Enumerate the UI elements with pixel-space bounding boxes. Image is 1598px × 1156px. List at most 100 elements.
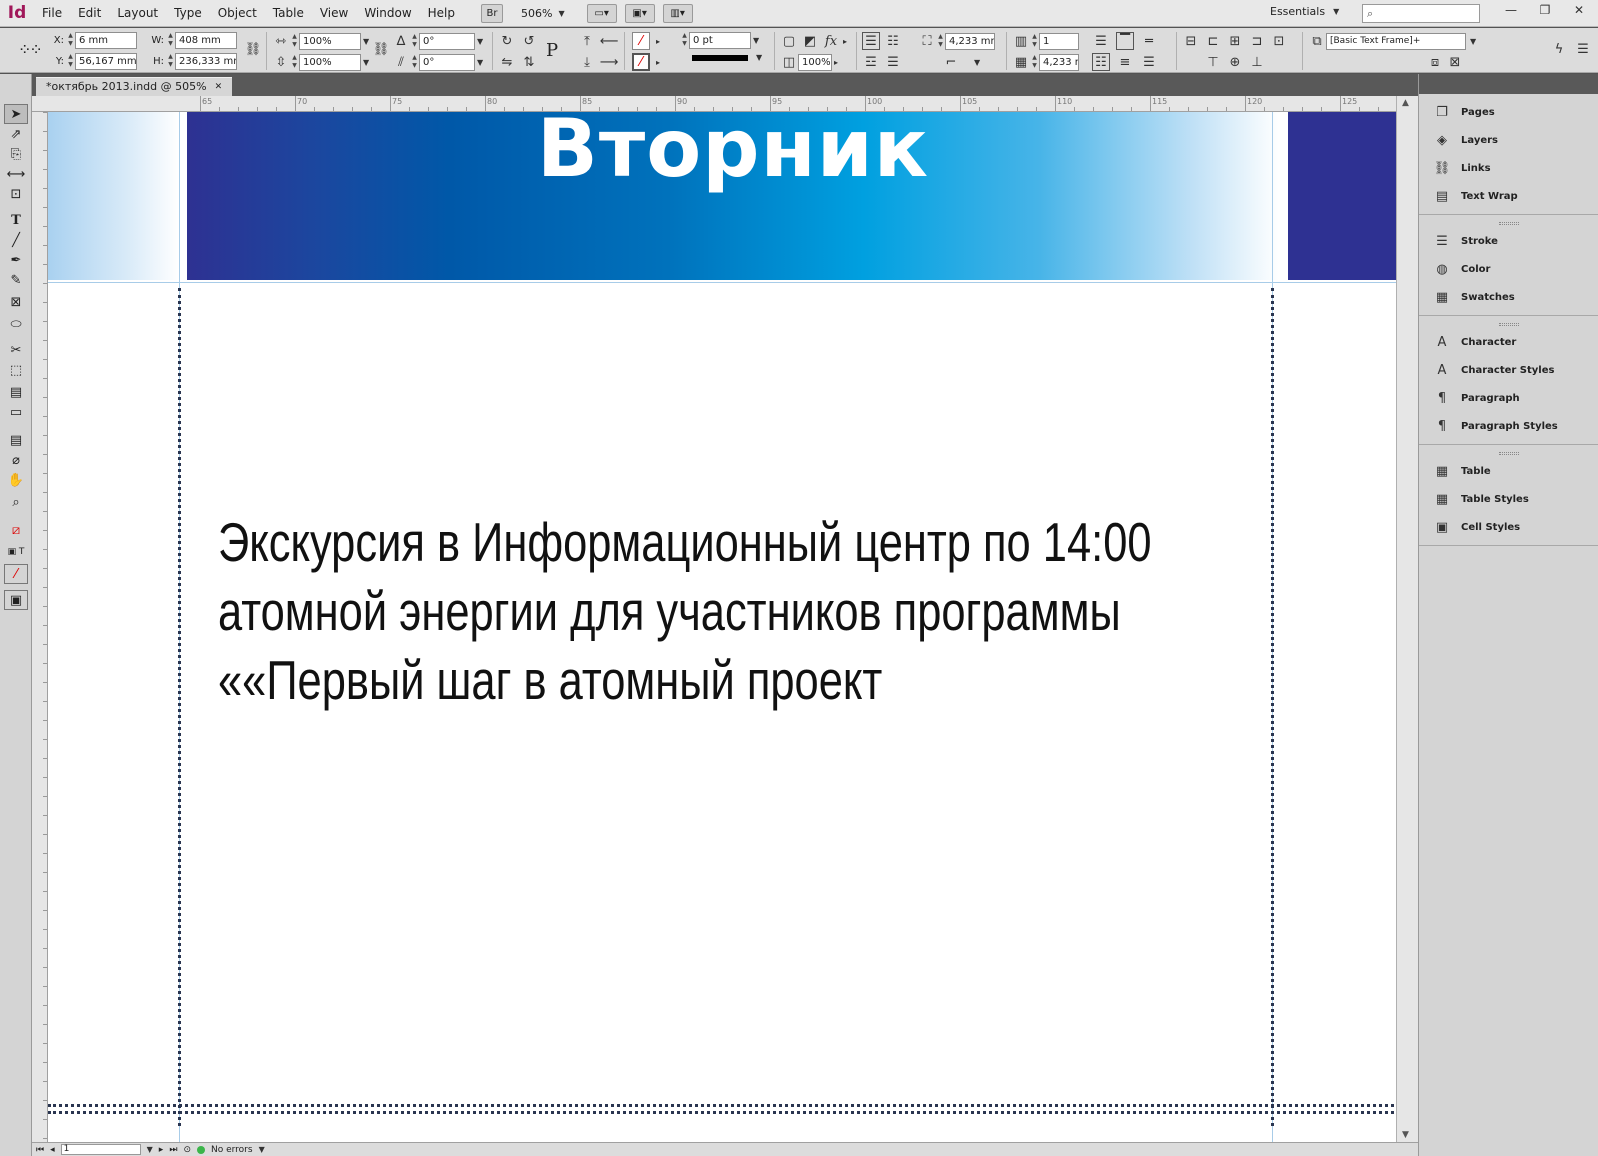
stroke-none-icon[interactable]: ⁄ bbox=[632, 53, 650, 71]
chevron-right-icon[interactable]: ▸ bbox=[656, 58, 660, 67]
line-tool-icon[interactable]: ╱ bbox=[4, 230, 28, 250]
height-field[interactable]: 236,333 mm bbox=[175, 53, 237, 70]
panel-menu-button[interactable]: ☰ bbox=[1574, 40, 1592, 58]
selection-tool-icon[interactable]: ➤ bbox=[4, 104, 28, 124]
panel-item-paragraph[interactable]: ¶ Paragraph bbox=[1419, 384, 1598, 412]
scroll-up-icon[interactable]: ▲ bbox=[1402, 98, 1409, 108]
align-left-edges-icon[interactable]: ⊏ bbox=[1204, 32, 1222, 50]
text-frame-right-edge[interactable] bbox=[1271, 288, 1274, 1126]
distribute-icon[interactable]: ⊟ bbox=[1182, 32, 1200, 50]
clear-overrides-icon[interactable]: ⧈ bbox=[1426, 53, 1444, 71]
free-transform-tool-icon[interactable]: ⬚ bbox=[4, 360, 28, 380]
scroll-down-icon[interactable]: ▼ bbox=[1402, 1130, 1409, 1140]
y-spinner[interactable]: ▲ ▼ bbox=[66, 53, 75, 70]
day-title[interactable]: Вторник bbox=[187, 112, 1279, 195]
close-button[interactable]: ✕ bbox=[1562, 0, 1596, 20]
gradient-swatch-tool-icon[interactable]: ▤ bbox=[4, 382, 28, 402]
menu-table[interactable]: Table bbox=[265, 0, 312, 27]
justify-frame-icon[interactable]: ☰ bbox=[884, 53, 902, 71]
chevron-down-icon[interactable]: ▼ bbox=[753, 36, 759, 45]
columns-field[interactable]: 1 bbox=[1039, 32, 1079, 50]
bridge-button[interactable]: Br bbox=[481, 3, 503, 23]
inset-spinner[interactable]: ▲ ▼ bbox=[936, 33, 945, 50]
rectangle-frame-tool-icon[interactable]: ⊠ bbox=[4, 292, 28, 312]
panel-grip-icon[interactable] bbox=[1419, 449, 1598, 457]
first-page-icon[interactable]: ⏮ bbox=[36, 1145, 44, 1155]
align-top-frame-icon[interactable]: ☰ bbox=[862, 32, 880, 50]
menu-window[interactable]: Window bbox=[356, 0, 419, 27]
panel-item-character[interactable]: A Character bbox=[1419, 328, 1598, 356]
ellipse-tool-icon[interactable]: ⬭ bbox=[4, 314, 28, 334]
panel-grip-icon[interactable] bbox=[1419, 219, 1598, 227]
width-field[interactable]: 408 mm bbox=[175, 32, 237, 49]
panel-item-stroke[interactable]: ☰ Stroke bbox=[1419, 227, 1598, 255]
chevron-down-icon[interactable]: ▼ bbox=[259, 1145, 265, 1154]
menu-layout[interactable]: Layout bbox=[109, 0, 166, 27]
select-next-icon[interactable]: ⟶ bbox=[600, 53, 619, 71]
chevron-right-icon[interactable]: ▸ bbox=[834, 58, 838, 67]
panel-item-cell-styles[interactable]: ▣ Cell Styles bbox=[1419, 513, 1598, 541]
chevron-down-icon[interactable]: ▼ bbox=[756, 53, 762, 62]
panel-item-color[interactable]: ◍ Color bbox=[1419, 255, 1598, 283]
text-frame-left-edge[interactable] bbox=[178, 288, 181, 1126]
select-previous-icon[interactable]: ⟵ bbox=[600, 32, 619, 50]
direct-selection-tool-icon[interactable]: ⇗ bbox=[4, 124, 28, 144]
gradient-feather-tool-icon[interactable]: ▭ bbox=[4, 402, 28, 422]
panel-grip-icon[interactable] bbox=[1419, 320, 1598, 328]
panel-item-swatches[interactable]: ▦ Swatches bbox=[1419, 283, 1598, 311]
page-number-field[interactable]: 1 bbox=[60, 1144, 141, 1155]
panel-item-character-styles[interactable]: A Character Styles bbox=[1419, 356, 1598, 384]
menu-help[interactable]: Help bbox=[420, 0, 463, 27]
quick-apply-button[interactable]: ϟ bbox=[1550, 40, 1568, 58]
document-tab[interactable]: *октябрь 2013.indd @ 505% ✕ bbox=[36, 77, 233, 96]
stroke-weight-spinner[interactable]: ▲ ▼ bbox=[680, 32, 689, 49]
constrain-proportions-button[interactable]: ⛓ bbox=[244, 40, 262, 58]
vertical-justify-bottom-icon[interactable]: ≡ bbox=[1116, 53, 1134, 71]
scale-y-field[interactable]: 100% bbox=[299, 53, 361, 71]
zoom-select[interactable]: 506% ▼ bbox=[521, 7, 565, 20]
panel-item-links[interactable]: ⛓ Links bbox=[1419, 154, 1598, 182]
flip-horizontal-icon[interactable]: ⇋ bbox=[498, 53, 516, 71]
align-to-icon[interactable]: ⊡ bbox=[1270, 32, 1288, 50]
pen-tool-icon[interactable]: ✒ bbox=[4, 250, 28, 270]
shadow-icon[interactable]: ◩ bbox=[801, 32, 819, 50]
content-collector-icon[interactable]: ⊡ bbox=[4, 184, 28, 204]
vertical-ruler[interactable] bbox=[32, 112, 48, 1142]
chevron-right-icon[interactable]: ▸ bbox=[656, 37, 660, 46]
last-page-icon[interactable]: ⏭ bbox=[169, 1145, 177, 1155]
menu-edit[interactable]: Edit bbox=[70, 0, 109, 27]
gap-tool-icon[interactable]: ⟷ bbox=[4, 164, 28, 184]
panel-item-text-wrap[interactable]: ▤ Text Wrap bbox=[1419, 182, 1598, 210]
page-tool-icon[interactable]: ⎘ bbox=[4, 144, 28, 164]
object-style-select[interactable]: [Basic Text Frame]+ bbox=[1326, 32, 1466, 50]
opacity-field[interactable]: 100% bbox=[798, 53, 832, 71]
align-vertical-centers-icon[interactable]: ⊕ bbox=[1226, 53, 1244, 71]
search-input[interactable]: ⌕ bbox=[1362, 4, 1480, 23]
x-position-field[interactable]: 6 mm bbox=[75, 32, 137, 49]
scale-x-spinner[interactable]: ▲ ▼ bbox=[290, 33, 299, 50]
shear-field[interactable]: 0° bbox=[419, 53, 475, 71]
vertical-justify-top-icon[interactable]: ▔ bbox=[1116, 32, 1134, 50]
preflight-options-icon[interactable]: ⊙ bbox=[183, 1145, 191, 1155]
menu-type[interactable]: Type bbox=[166, 0, 210, 27]
screen-mode-button[interactable]: ▣▾ bbox=[624, 3, 655, 23]
drop-shadow-icon[interactable]: ▢ bbox=[780, 32, 798, 50]
flip-vertical-icon[interactable]: ⇅ bbox=[520, 53, 538, 71]
scale-y-spinner[interactable]: ▲ ▼ bbox=[290, 54, 299, 71]
align-horizontal-centers-icon[interactable]: ⊞ bbox=[1226, 32, 1244, 50]
fill-stroke-icon[interactable]: ⧄ bbox=[4, 520, 28, 540]
align-bottom-frame-icon[interactable]: ☲ bbox=[862, 53, 880, 71]
workspace-switcher[interactable]: Essentials ▼ bbox=[1270, 5, 1339, 18]
formatting-container-icon[interactable]: ▣ T bbox=[4, 542, 28, 562]
vertical-justify-center-icon[interactable]: ═ bbox=[1140, 32, 1158, 50]
x-spinner[interactable]: ▲ ▼ bbox=[66, 32, 75, 49]
menu-file[interactable]: File bbox=[34, 0, 70, 27]
restore-button[interactable]: ❐ bbox=[1528, 0, 1562, 20]
select-container-icon[interactable]: ⤒ bbox=[578, 32, 596, 50]
align-top-edges-icon[interactable]: ⊤ bbox=[1204, 53, 1222, 71]
corner-options-icon[interactable]: ⌐ bbox=[942, 53, 960, 71]
panel-dock-header[interactable] bbox=[1419, 74, 1598, 94]
constrain-scale-button[interactable]: ⛓ bbox=[372, 40, 390, 58]
menu-view[interactable]: View bbox=[312, 0, 356, 27]
apply-none-icon[interactable]: ⁄ bbox=[4, 564, 28, 584]
